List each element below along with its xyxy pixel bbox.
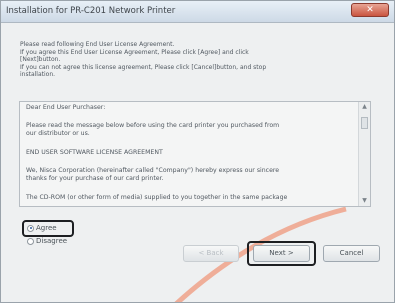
license-line: Dear End User Purchaser: <box>26 104 106 111</box>
instruction-line: [Next]button. <box>20 56 61 64</box>
instruction-line: Please read following End User License A… <box>20 41 175 48</box>
disagree-option[interactable]: Disagree <box>27 237 67 247</box>
license-line: our distributor or us. <box>26 130 90 137</box>
license-line: We, Nisca Corporation (hereinafter calle… <box>26 167 280 174</box>
license-line: thanks for your purchase of our card pri… <box>26 175 164 182</box>
license-textbox[interactable]: Dear End User Purchaser: Please read the… <box>19 101 371 207</box>
instruction-line: If you can not agree this license agreem… <box>20 63 267 71</box>
disagree-label: Disagree <box>36 237 68 245</box>
instruction-line: If you agree this End User License Agree… <box>20 48 249 56</box>
license-line: The CD-ROM (or other form of media) supp… <box>26 194 288 201</box>
next-highlight-outline <box>247 241 316 266</box>
disagree-radio[interactable] <box>27 237 34 245</box>
license-heading: END USER SOFTWARE LICENSE AGREEMENT <box>26 149 163 156</box>
license-line: Please read the message below before usi… <box>26 122 280 129</box>
back-button[interactable]: < Back <box>183 245 239 262</box>
scroll-down-icon[interactable]: ▼ <box>359 196 370 206</box>
agree-highlight-outline <box>22 220 74 237</box>
instruction-line: installation. <box>20 71 56 79</box>
cancel-button[interactable]: Cancel <box>323 245 380 262</box>
instructions-text: Please read following End User License A… <box>20 41 365 79</box>
scroll-up-icon[interactable]: ▲ <box>359 102 370 112</box>
scroll-thumb[interactable] <box>361 117 368 129</box>
license-scrollbar[interactable]: ▲ ▼ <box>358 102 370 206</box>
installer-window: Installation for PR-C201 Network Printer… <box>0 0 395 303</box>
